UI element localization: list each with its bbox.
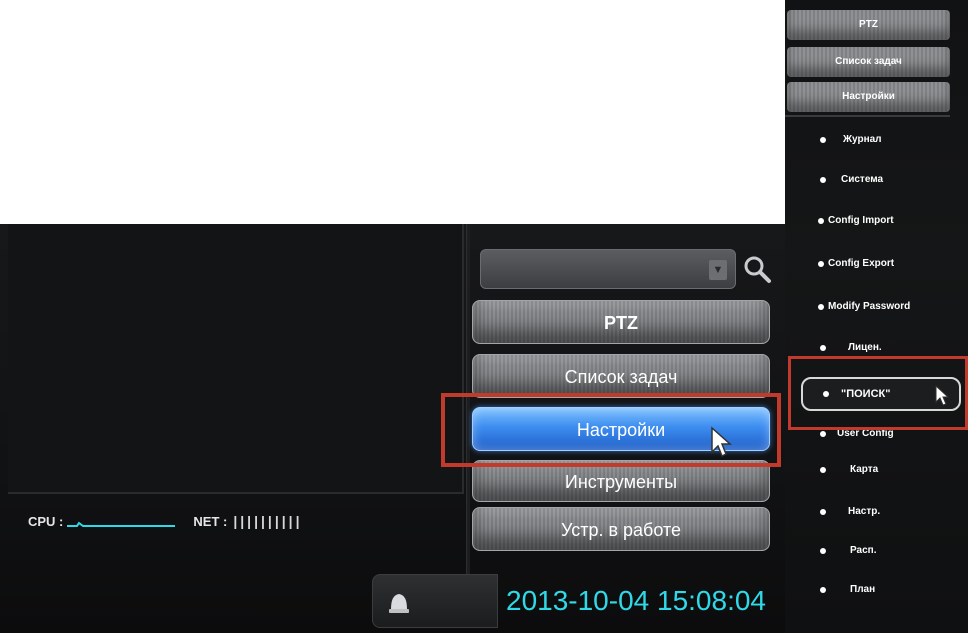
status-bar: 2013-10-04 15:08:04 — [372, 574, 785, 628]
bullet-icon — [820, 137, 826, 143]
search-highlight-box: "ПОИСК" — [788, 356, 968, 430]
menu-item-modify-password[interactable]: Modify Password — [785, 295, 955, 319]
cursor-icon — [711, 426, 732, 458]
devices-button[interactable]: Устр. в работе — [472, 507, 770, 551]
panel-divider — [466, 224, 470, 579]
net-label: NET : — [193, 513, 228, 529]
bullet-icon — [820, 587, 826, 593]
menu-item-config-import[interactable]: Config Import — [785, 209, 955, 233]
menu-item-config-export[interactable]: Config Export — [785, 252, 955, 276]
datetime-display: 2013-10-04 15:08:04 — [506, 585, 766, 616]
menu-divider — [785, 115, 950, 117]
task-list-button[interactable]: Список задач — [472, 354, 770, 398]
search-icon[interactable] — [742, 254, 772, 284]
video-preview-pane — [8, 224, 464, 494]
bullet-icon — [820, 548, 826, 554]
cpu-graph — [67, 521, 176, 527]
screenshot-root: CPU : NET : |||||||||| ▼ PTZ Список зада… — [0, 0, 968, 633]
combo-arrow-icon[interactable]: ▼ — [709, 260, 727, 280]
bullet-icon — [820, 345, 826, 351]
bullet-icon — [820, 467, 826, 473]
menu-header-tasks[interactable]: Список задач — [787, 47, 950, 77]
menu-item-schedule[interactable]: Расп. — [785, 539, 955, 563]
bullet-icon — [820, 177, 826, 183]
menu-item-journal[interactable]: Журнал — [785, 128, 955, 152]
bullet-icon — [820, 509, 826, 515]
cpu-label: CPU : — [28, 513, 64, 529]
search-dropdown[interactable]: ▼ — [480, 249, 736, 289]
tools-button[interactable]: Инструменты — [472, 460, 770, 502]
bullet-icon — [820, 431, 826, 437]
ptz-button[interactable]: PTZ — [472, 300, 770, 344]
bullet-icon — [818, 218, 824, 224]
bullet-icon — [818, 261, 824, 267]
alarm-button[interactable] — [372, 574, 498, 628]
net-activity-bars: |||||||||| — [233, 513, 303, 529]
bullet-icon — [818, 304, 824, 310]
menu-header-ptz[interactable]: PTZ — [787, 10, 950, 40]
menu-item-plan[interactable]: План — [785, 578, 955, 602]
menu-item-system[interactable]: Система — [785, 168, 955, 192]
dvr-main-screen: CPU : NET : |||||||||| ▼ PTZ Список зада… — [0, 224, 785, 633]
menu-header-settings[interactable]: Настройки — [787, 82, 950, 112]
cursor-icon — [935, 385, 950, 406]
menu-item-map[interactable]: Карта — [785, 458, 955, 482]
system-stats-bar: CPU : NET : |||||||||| — [8, 509, 464, 533]
bell-icon — [389, 594, 409, 613]
menu-item-search[interactable]: "ПОИСК" — [801, 377, 961, 411]
menu-item-setup[interactable]: Настр. — [785, 500, 955, 524]
settings-side-menu: PTZ Список задач Настройки Журнал Систем… — [785, 0, 968, 633]
bullet-icon — [823, 391, 829, 397]
